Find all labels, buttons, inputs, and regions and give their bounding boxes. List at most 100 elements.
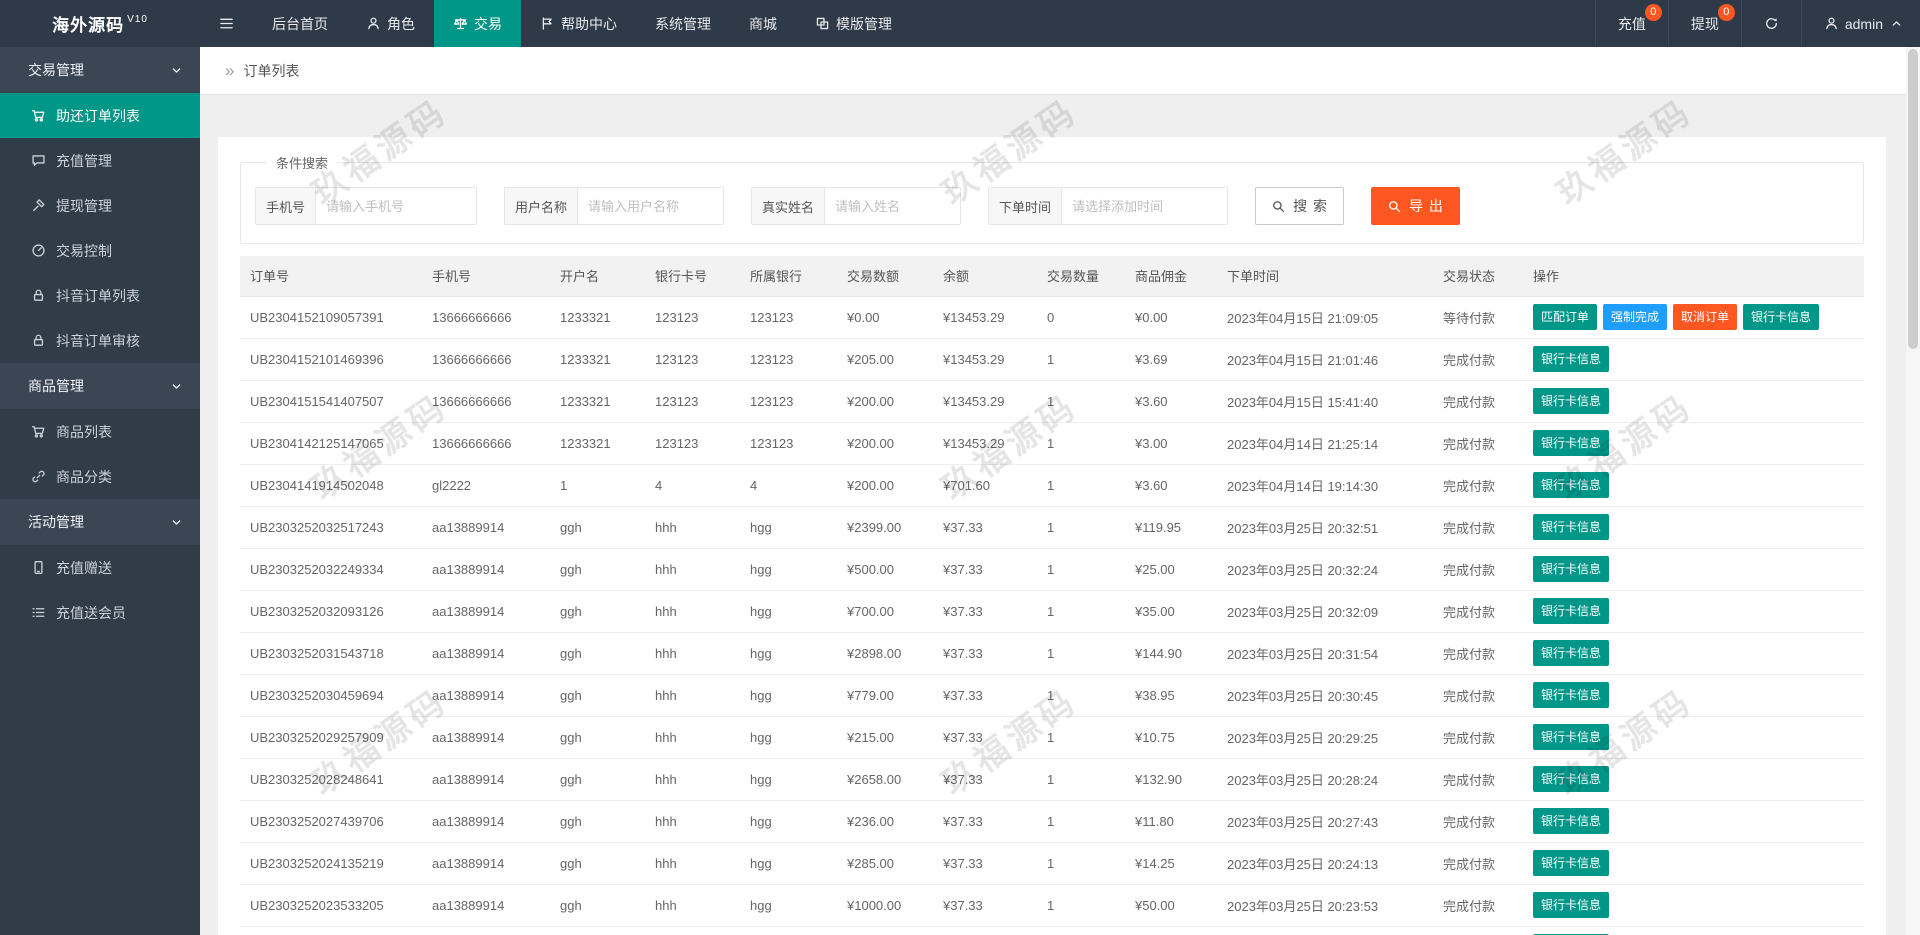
export-search-icon: [1387, 199, 1402, 214]
sidebar-item-7[interactable]: 抖音订单审核: [0, 318, 200, 363]
action-button[interactable]: 银行卡信息: [1533, 514, 1610, 540]
cell-r1-c11: 等待付款: [1433, 296, 1523, 339]
topbar-nav-item-4[interactable]: 帮助中心: [521, 0, 636, 47]
cell-r14-c6: ¥285.00: [837, 842, 933, 885]
cell-r14-c1: UB2303252024135219: [240, 842, 422, 885]
page-scrollbar-thumb[interactable]: [1908, 49, 1918, 349]
action-button[interactable]: 银行卡信息: [1533, 388, 1610, 414]
action-button[interactable]: 银行卡信息: [1533, 430, 1610, 456]
cell-r2-c8: 1: [1037, 338, 1125, 381]
cell-r12-c11: 完成付款: [1433, 758, 1523, 801]
user-menu[interactable]: admin: [1800, 0, 1920, 47]
action-button[interactable]: 银行卡信息: [1533, 598, 1610, 624]
cell-r7-c10: 2023年03月25日 20:32:24: [1217, 548, 1433, 591]
cell-r6-c7: ¥37.33: [933, 506, 1037, 549]
action-button[interactable]: 匹配订单: [1533, 304, 1598, 330]
quick-link-1[interactable]: 充值 0: [1594, 0, 1668, 47]
sidebar-group-11[interactable]: 活动管理: [0, 499, 200, 545]
actions-cell: 匹配订单 强制完成 取消订单 银行卡信息: [1523, 296, 1864, 339]
column-header-12: 操作: [1523, 256, 1864, 297]
refresh-icon: [1764, 16, 1779, 31]
cell-r16-c1: UB2303252021584200: [240, 926, 422, 935]
cell-r13-c7: ¥37.33: [933, 800, 1037, 843]
action-button[interactable]: 银行卡信息: [1533, 724, 1610, 750]
search-input-2[interactable]: [578, 188, 724, 224]
cell-r8-c4: hhh: [645, 590, 740, 633]
cell-r9-c3: ggh: [550, 632, 645, 675]
cell-r9-c1: UB2303252031543718: [240, 632, 422, 675]
action-button[interactable]: 银行卡信息: [1533, 850, 1610, 876]
search-input-4[interactable]: [1062, 188, 1228, 224]
action-button[interactable]: 银行卡信息: [1533, 682, 1610, 708]
cell-r15-c2: aa13889914: [422, 884, 550, 927]
cell-r4-c3: 1233321: [550, 422, 645, 465]
sidebar-item-3[interactable]: 充值管理: [0, 138, 200, 183]
topbar-nav-item-5[interactable]: 系统管理: [636, 0, 730, 47]
action-button[interactable]: 强制完成: [1603, 304, 1668, 330]
action-button[interactable]: 银行卡信息: [1533, 766, 1610, 792]
sidebar-item-12[interactable]: 充值赠送: [0, 545, 200, 590]
cell-r2-c11: 完成付款: [1433, 338, 1523, 381]
cell-r5-c4: 4: [645, 464, 740, 507]
export-button[interactable]: 导 出: [1370, 187, 1460, 225]
topbar-nav-item-1[interactable]: 后台首页: [253, 0, 347, 47]
sidebar-group-1[interactable]: 交易管理: [0, 47, 200, 93]
cell-r5-c3: 1: [550, 464, 645, 507]
sidebar-item-13[interactable]: 充值送会员: [0, 590, 200, 635]
cell-r2-c5: 123123: [740, 338, 837, 381]
sidebar-group-label: 商品管理: [28, 378, 84, 394]
cell-r14-c11: 完成付款: [1433, 842, 1523, 885]
flag-icon: [540, 16, 555, 31]
cell-r15-c9: ¥50.00: [1125, 884, 1217, 927]
collapse-menu-button[interactable]: [200, 0, 253, 47]
cell-r16-c7: ¥41.53: [933, 926, 1037, 935]
table-row-9: UB2303252031543718 aa13889914 ggh hhh hgg ¥28…: [240, 632, 1864, 675]
topbar-nav-item-2[interactable]: 角色: [347, 0, 434, 47]
action-button[interactable]: 取消订单: [1673, 304, 1738, 330]
cell-r3-c4: 123123: [645, 380, 740, 423]
search-field-label: 手机号: [256, 188, 317, 224]
cell-r1-c10: 2023年04月15日 21:09:05: [1217, 296, 1433, 339]
search-input-1[interactable]: [316, 188, 477, 224]
orders-table: 订单号 手机号 开户名 银行卡号 所属银行 交易数额 余额 交易数量 商品佣金 下单时间 交易状态操…: [240, 256, 1864, 935]
cell-r8-c11: 完成付款: [1433, 590, 1523, 633]
cell-r11-c7: ¥37.33: [933, 716, 1037, 759]
cell-r16-c11: 完成付款: [1433, 926, 1523, 935]
action-button[interactable]: 银行卡信息: [1533, 556, 1610, 582]
sidebar-item-4[interactable]: 提现管理: [0, 183, 200, 228]
action-button[interactable]: 银行卡信息: [1533, 808, 1610, 834]
sidebar-item-10[interactable]: 商品分类: [0, 454, 200, 499]
action-button[interactable]: 银行卡信息: [1533, 346, 1610, 372]
action-button[interactable]: 银行卡信息: [1533, 640, 1610, 666]
search-icon: [1271, 199, 1286, 214]
action-button[interactable]: 银行卡信息: [1533, 472, 1610, 498]
cell-r16-c3: jj: [550, 926, 645, 935]
search-button[interactable]: 搜 索: [1255, 187, 1344, 225]
search-input-3[interactable]: [825, 188, 961, 224]
cart-icon: [31, 424, 46, 439]
quick-link-2[interactable]: 提现 0: [1667, 0, 1741, 47]
cell-r7-c1: UB2303252032249334: [240, 548, 422, 591]
topbar-nav-item-7[interactable]: 模版管理: [796, 0, 911, 47]
cell-r8-c9: ¥35.00: [1125, 590, 1217, 633]
sidebar-item-9[interactable]: 商品列表: [0, 409, 200, 454]
topbar-nav-item-3[interactable]: 交易: [434, 0, 521, 47]
page-scrollbar[interactable]: [1906, 47, 1920, 935]
actions-cell: 银行卡信息: [1523, 464, 1864, 507]
sidebar-item-6[interactable]: 抖音订单列表: [0, 273, 200, 318]
column-header-1: 订单号: [240, 256, 422, 297]
sidebar-group-8[interactable]: 商品管理: [0, 363, 200, 409]
cell-r2-c6: ¥205.00: [837, 338, 933, 381]
cell-r6-c9: ¥119.95: [1125, 506, 1217, 549]
cell-r1-c5: 123123: [740, 296, 837, 339]
cell-r3-c6: ¥200.00: [837, 380, 933, 423]
sidebar-item-2[interactable]: 助还订单列表: [0, 93, 200, 138]
actions-cell: 银行卡信息: [1523, 716, 1864, 759]
action-button[interactable]: 银行卡信息: [1743, 304, 1820, 330]
cell-r9-c7: ¥37.33: [933, 632, 1037, 675]
sidebar-item-5[interactable]: 交易控制: [0, 228, 200, 273]
cell-r2-c2: 13666666666: [422, 338, 550, 381]
action-button[interactable]: 银行卡信息: [1533, 892, 1610, 918]
topbar-nav-item-6[interactable]: 商城: [730, 0, 796, 47]
refresh-button[interactable]: [1740, 0, 1801, 47]
